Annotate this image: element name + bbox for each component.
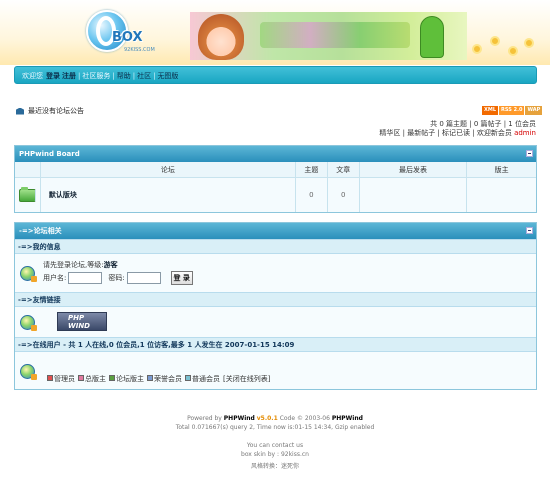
- username-label: 用户名:: [43, 274, 67, 282]
- legend-forum-mod: 论坛版主: [109, 374, 144, 384]
- nav-item-community[interactable]: 社区: [137, 71, 151, 81]
- online-section: 管理员 总版主 论坛版主 荣誉会员 普通会员 [关闭在线列表]: [15, 352, 536, 389]
- quick-links: 精华区 | 最新帖子 | 标记已读 | 欢迎新会员 admin: [379, 129, 536, 137]
- footer-powered-by: Powered by PHPWind v5.0.1 Code © 2003-06…: [187, 415, 363, 422]
- user-globe-icon: [20, 266, 37, 282]
- announcement-row: 最近没有论坛公告: [16, 106, 84, 116]
- collapse-icon[interactable]: [526, 227, 533, 234]
- close-online-list-link[interactable]: [关闭在线列表]: [223, 374, 270, 384]
- forum-post-count: 0: [328, 178, 360, 212]
- board-table-header: 论坛 主题 文章 最后发表 版主: [15, 162, 536, 178]
- nav-item-help[interactable]: 帮助: [117, 71, 131, 81]
- logo-text: BOX: [112, 30, 143, 45]
- legend-admin: 管理员: [47, 374, 75, 384]
- new-member-link[interactable]: admin: [514, 129, 536, 137]
- username-input[interactable]: [68, 272, 103, 284]
- online-heading: -=>在线用户 - 共 1 人在线,0 位会员,1 位访客,最多 1 人发生在 …: [15, 337, 536, 352]
- col-posts: 文章: [328, 162, 360, 177]
- table-row: 默认版块 0 0: [15, 178, 536, 212]
- footer-contact-link[interactable]: You can contact us: [0, 442, 550, 449]
- col-moderator: 版主: [494, 165, 509, 174]
- nav-register-link[interactable]: 注册: [62, 71, 76, 81]
- board-title: PHPwind Board: [19, 150, 80, 158]
- welcome-label: 欢迎新会员: [476, 129, 512, 137]
- feed-badges: XML RSS 2.0 WAP: [482, 106, 543, 115]
- member-legend: 管理员 总版主 论坛版主 荣誉会员 普通会员 [关闭在线列表]: [47, 374, 270, 384]
- site-header: BOX 92KISS.COM: [0, 0, 550, 65]
- main-nav-bar: 欢迎您 登录 注册 | 社区服务 | 帮助 | 社区 | 无图版: [14, 66, 537, 84]
- links-heading: -=>友情链接: [15, 292, 536, 307]
- forum-info-panel: -=>论坛相关 -=>我的信息 请先登录论坛,等级:游客 用户名: 密码: 登 …: [14, 222, 537, 390]
- version-label: v5.0.1: [256, 415, 278, 422]
- forum-topic-count: 0: [296, 178, 328, 212]
- user-level: 游客: [103, 261, 118, 269]
- login-prompt: 请先登录论坛,等级:游客: [43, 261, 118, 269]
- forum-moderator: [467, 178, 536, 212]
- nav-item-community-service[interactable]: 社区服务: [82, 71, 110, 81]
- header-banner-image: [190, 12, 467, 60]
- digest-link[interactable]: 精华区: [379, 129, 400, 137]
- legend-normal-member: 普通会员: [185, 374, 220, 384]
- collapse-icon[interactable]: [526, 150, 533, 157]
- footer-style-switch[interactable]: 风格转换：迷死你: [0, 461, 550, 470]
- legend-honor-member: 荣誉会员: [147, 374, 182, 384]
- latest-posts-link[interactable]: 最新帖子: [407, 129, 435, 137]
- cactus-character-image: [420, 16, 444, 58]
- forum-info-title: -=>论坛相关: [15, 223, 536, 239]
- password-label: 密码:: [108, 274, 125, 282]
- anime-girl-image: [198, 14, 244, 60]
- phpwind-link-logo[interactable]: PHP WIND: [57, 312, 107, 331]
- rss-badge[interactable]: RSS 2.0: [499, 106, 525, 115]
- legend-super-mod: 总版主: [78, 374, 106, 384]
- col-forum: 论坛: [41, 162, 296, 177]
- announcement-text: 最近没有论坛公告: [28, 107, 84, 115]
- my-info-section: 请先登录论坛,等级:游客 用户名: 密码: 登 录: [15, 254, 536, 292]
- site-logo[interactable]: BOX 92KISS.COM: [84, 6, 155, 56]
- links-section: PHP WIND: [15, 307, 536, 337]
- login-form: 用户名: 密码: 登 录: [43, 271, 193, 285]
- footer-skin-credit: box skin by : 92kiss.cn: [241, 451, 309, 458]
- xml-badge[interactable]: XML: [482, 106, 499, 115]
- phpwind-footer-link[interactable]: PHPWind: [224, 415, 255, 422]
- blurred-banner-text-image: [260, 22, 410, 48]
- nav-login-link[interactable]: 登录: [46, 71, 60, 81]
- wap-badge[interactable]: WAP: [525, 106, 543, 115]
- nav-item-text-mode[interactable]: 无图版: [157, 71, 178, 81]
- password-input[interactable]: [126, 272, 161, 284]
- my-info-heading: -=>我的信息: [15, 239, 536, 254]
- login-button[interactable]: 登 录: [170, 271, 193, 285]
- flowers-decoration: [468, 30, 538, 62]
- logo-subtext: 92KISS.COM: [124, 47, 155, 53]
- forum-last-post: [360, 178, 468, 212]
- footer-query-info: Total 0.071667(s) query 2, Time now is:0…: [175, 424, 375, 431]
- col-last-post: 最后发表: [360, 162, 468, 177]
- mark-read-link[interactable]: 标记已读: [442, 129, 470, 137]
- forum-folder-icon: [18, 186, 36, 202]
- board-panel: PHPwind Board 论坛 主题 文章 最后发表 版主 默认版块 0 0: [14, 145, 537, 213]
- guest-label: 欢迎您: [22, 72, 43, 80]
- announcement-icon: [16, 107, 24, 115]
- col-topics: 主题: [296, 162, 328, 177]
- links-globe-icon: [20, 315, 37, 331]
- forum-name-link[interactable]: 默认版块: [41, 178, 296, 212]
- online-globe-icon: [20, 364, 37, 380]
- board-panel-title: PHPwind Board: [15, 146, 536, 162]
